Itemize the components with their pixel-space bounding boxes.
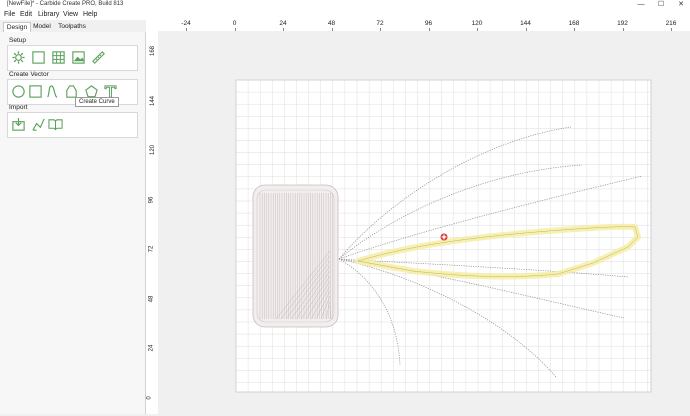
close-button[interactable]: ✕: [672, 0, 690, 10]
ruler-left-label: 48: [148, 295, 155, 302]
window-title: [NewFile]* - Carbide Create PRO, Build 8…: [7, 1, 124, 7]
menu-file[interactable]: File: [4, 11, 15, 18]
circle-icon: [12, 85, 25, 98]
import-button[interactable]: [11, 117, 26, 132]
ruler-top-label: 96: [424, 20, 433, 27]
ruler-top-label: 24: [279, 20, 287, 27]
import-vector-button[interactable]: [31, 117, 46, 132]
ruler-left-label: 96: [148, 196, 155, 203]
import-section-label: Import: [9, 104, 28, 111]
ruler-top-label: 48: [327, 20, 336, 27]
circle-tool-button[interactable]: [11, 84, 26, 99]
pocket-toolpath[interactable]: [252, 184, 339, 328]
table-grid-icon: [52, 51, 65, 64]
ruler-top-label: 0: [232, 20, 237, 27]
minimize-button[interactable]: —: [632, 0, 650, 10]
grid-setup-button[interactable]: [31, 50, 46, 65]
job-setup-button[interactable]: [11, 50, 26, 65]
gear-icon: [12, 51, 25, 64]
menu-library[interactable]: Library: [38, 11, 59, 18]
import-vector-icon: [32, 118, 45, 131]
ruler-top-label: -24: [181, 20, 191, 27]
rectangle-tool-button[interactable]: [28, 84, 43, 99]
tab-toolpaths[interactable]: Toolpaths: [56, 22, 88, 32]
curve-icon: [47, 85, 58, 98]
library-button[interactable]: [48, 117, 63, 132]
ruler-top-label: 168: [568, 20, 580, 27]
import-icon: [12, 117, 25, 131]
create-vector-section-label: Create Vector: [9, 71, 49, 78]
setup-section-label: Setup: [9, 37, 26, 44]
ruler-top-label: 192: [617, 20, 628, 27]
design-panel: Setup Create Vector Import: [0, 32, 146, 414]
ruler-left-label: 168: [150, 45, 157, 57]
ruler-left-label: 72: [148, 245, 155, 253]
library-book-icon: [48, 119, 63, 131]
import-toolbox: [7, 112, 138, 138]
background-image-button[interactable]: [71, 50, 86, 65]
design-canvas-area[interactable]: [158, 31, 690, 414]
panel-tabs: Design Model Toolpaths: [0, 21, 145, 33]
table-setup-button[interactable]: [51, 50, 66, 65]
grid-icon: [32, 51, 45, 64]
rectangle-icon: [29, 85, 42, 98]
menu-help[interactable]: Help: [83, 11, 97, 18]
ruler-top-label: 72: [376, 20, 384, 27]
ruler-left-label: 144: [150, 95, 157, 106]
title-bar: [NewFile]* - Carbide Create PRO, Build 8…: [0, 0, 690, 10]
ruler-left-label: 24: [148, 344, 155, 352]
design-canvas[interactable]: [158, 31, 690, 414]
measure-button[interactable]: [91, 50, 106, 65]
menu-bar: File Edit Library View Help: [0, 10, 690, 20]
ruler-top-label: 144: [520, 20, 531, 27]
create-curve-tooltip: Create Curve: [75, 97, 119, 107]
curve-tool-button[interactable]: [45, 84, 60, 99]
setup-toolbox: [7, 45, 138, 71]
ruler-left-label: 0: [146, 395, 153, 400]
ruler-icon: [92, 51, 105, 64]
ruler-left-label: 120: [150, 144, 157, 156]
menu-edit[interactable]: Edit: [20, 11, 32, 18]
tab-model[interactable]: Model: [31, 22, 53, 32]
ruler-top-label: 120: [471, 20, 483, 27]
ruler-top-label: 216: [665, 20, 677, 27]
image-icon: [72, 51, 85, 64]
menu-view[interactable]: View: [63, 11, 78, 18]
maximize-button[interactable]: ☐: [652, 0, 670, 10]
curve-node-marker[interactable]: [440, 233, 448, 241]
